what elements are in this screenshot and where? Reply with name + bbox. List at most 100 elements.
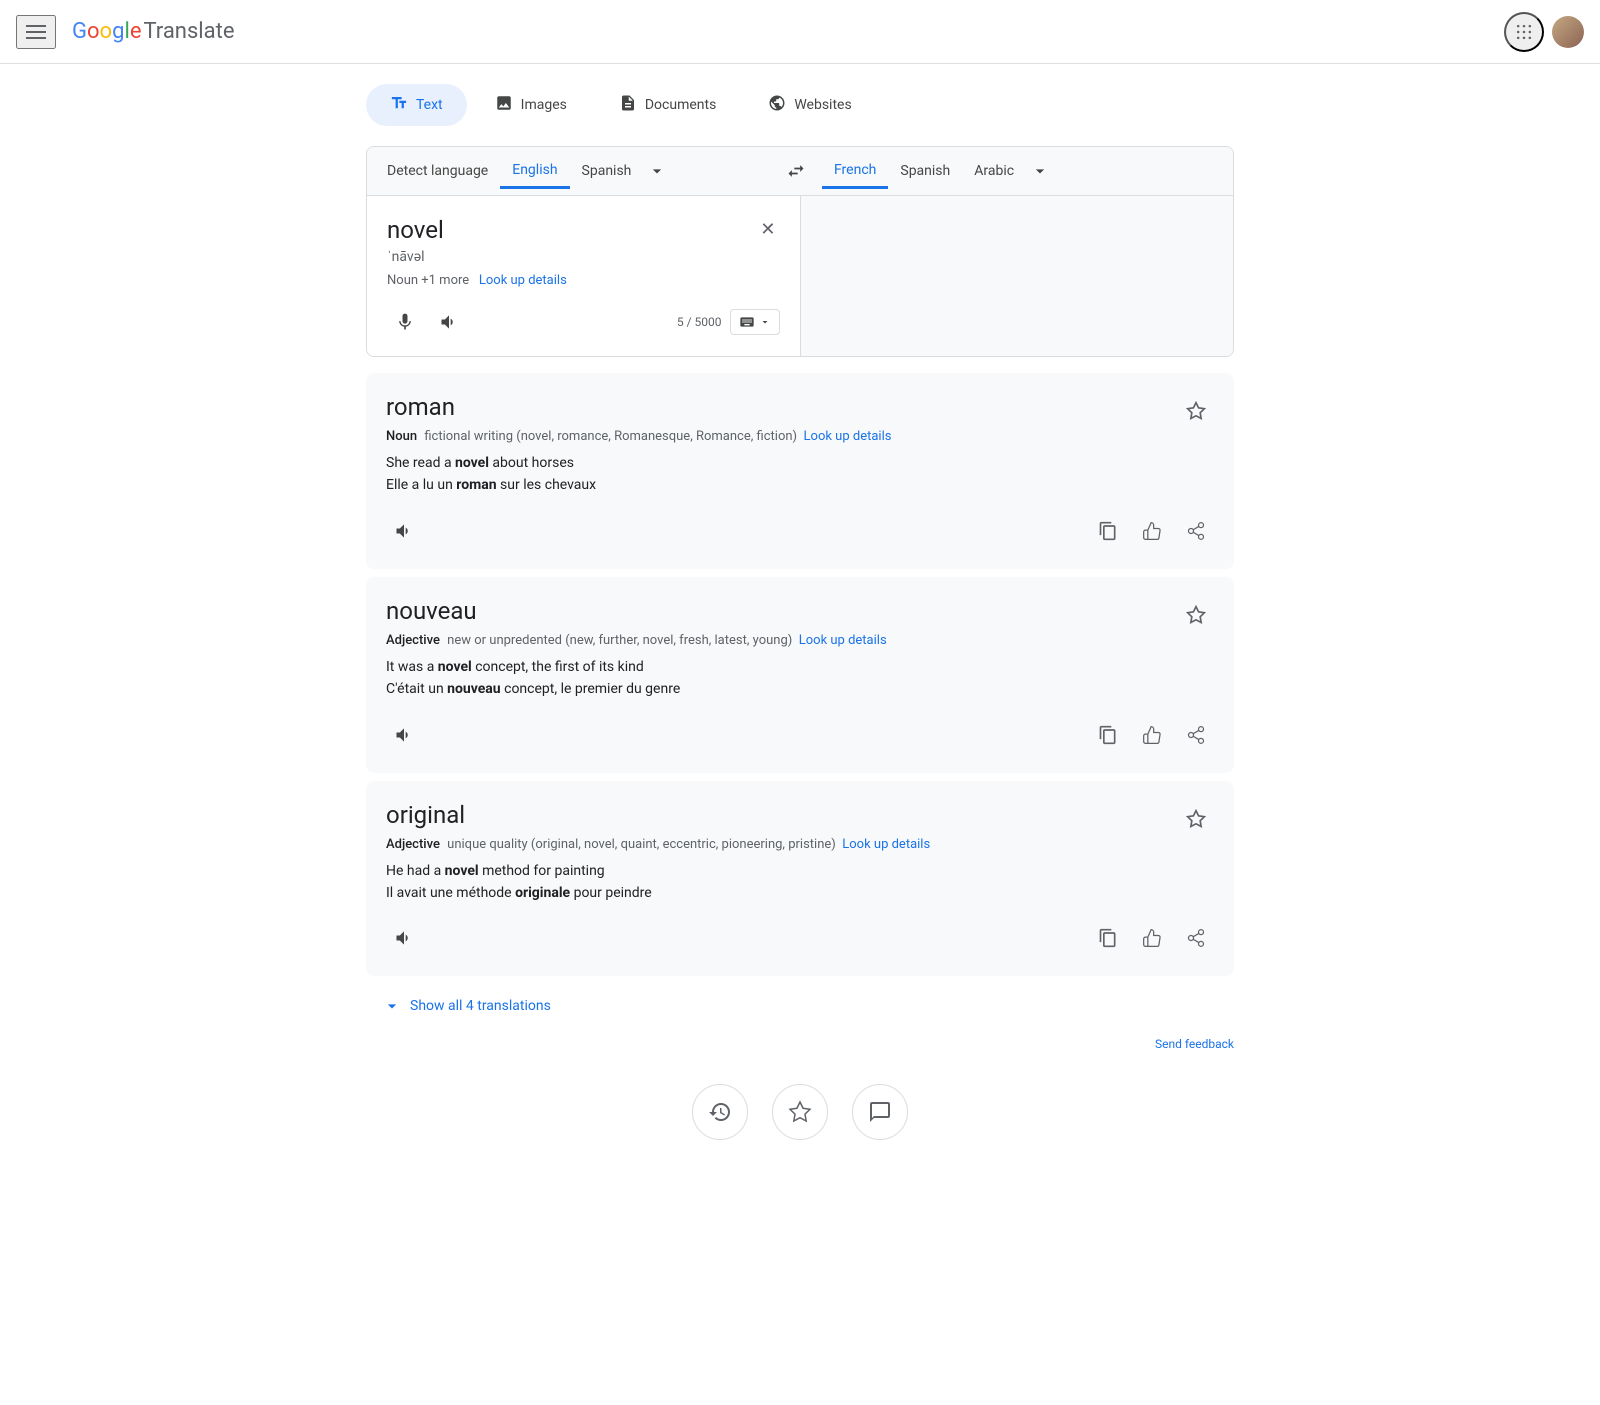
show-all-label: Show all 4 translations	[410, 998, 551, 1014]
speaker-btn-1[interactable]	[386, 717, 422, 753]
result-actions-right-2	[1090, 920, 1214, 956]
target-lang-bar: French Spanish Arabic	[814, 147, 1225, 195]
result-header-2: original Adjective unique quality (origi…	[386, 801, 1214, 905]
target-french-button[interactable]: French	[822, 154, 888, 189]
result-example-2: He had a novel method for painting Il av…	[386, 860, 930, 905]
source-lang-more-button[interactable]	[643, 157, 671, 185]
copy-btn-1[interactable]	[1090, 717, 1126, 753]
share-icon	[1186, 521, 1206, 541]
logo-letter-g2: g	[112, 19, 124, 44]
copy-icon	[1098, 521, 1118, 541]
lookup-link-0[interactable]: Look up details	[804, 429, 892, 444]
thumbs-up-btn-2[interactable]	[1134, 920, 1170, 956]
star-button-2[interactable]	[1178, 801, 1214, 840]
thumbs-up-icon	[1142, 725, 1162, 745]
send-feedback-link[interactable]: Send feedback	[1155, 1037, 1234, 1051]
tab-documents[interactable]: Documents	[595, 84, 740, 126]
copy-btn-0[interactable]	[1090, 513, 1126, 549]
result-def-2: Adjective unique quality (original, nove…	[386, 837, 930, 852]
chevron-down-icon	[382, 996, 402, 1016]
volume-icon	[394, 725, 414, 745]
chevron-down-icon	[1030, 161, 1050, 181]
input-text: novel	[387, 216, 780, 244]
tab-websites[interactable]: Websites	[744, 84, 875, 126]
result-card-0: roman Noun fictional writing (novel, rom…	[366, 373, 1234, 569]
menu-line	[26, 25, 46, 27]
chevron-down-icon	[647, 161, 667, 181]
source-spanish-button[interactable]: Spanish	[570, 155, 644, 187]
target-lang-more-button[interactable]	[1026, 157, 1054, 185]
images-tab-icon	[495, 94, 513, 116]
result-actions-0	[386, 513, 1214, 549]
copy-icon	[1098, 725, 1118, 745]
chevron-down-icon-small	[759, 316, 771, 328]
star-icon	[1186, 401, 1206, 421]
input-actions: 5 / 5000	[387, 304, 780, 340]
share-icon	[1186, 725, 1206, 745]
tab-text[interactable]: Text	[366, 84, 467, 126]
star-button-1[interactable]	[1178, 597, 1214, 636]
share-btn-1[interactable]	[1178, 717, 1214, 753]
thumbs-up-btn-0[interactable]	[1134, 513, 1170, 549]
target-spanish-button[interactable]: Spanish	[888, 155, 962, 187]
result-def-1: Adjective new or unpredented (new, furth…	[386, 633, 887, 648]
char-count: 5 / 5000	[677, 315, 722, 329]
lookup-link-2[interactable]: Look up details	[842, 837, 930, 852]
header: G o o g l e Translate	[0, 0, 1600, 64]
star-icon	[788, 1100, 812, 1124]
pos-label: Noun +1 more	[387, 273, 469, 288]
copy-icon	[1098, 928, 1118, 948]
apps-button[interactable]	[1504, 12, 1544, 52]
result-header-1: nouveau Adjective new or unpredented (ne…	[386, 597, 1214, 701]
keyboard-button[interactable]	[730, 309, 780, 335]
phonetic-text: ˈnāvəl	[387, 248, 780, 265]
star-button-0[interactable]	[1178, 393, 1214, 432]
logo-letter-o1: o	[87, 19, 100, 44]
tab-documents-label: Documents	[645, 97, 716, 113]
star-icon	[1186, 809, 1206, 829]
swap-languages-button[interactable]	[778, 153, 814, 189]
speaker-btn-0[interactable]	[386, 513, 422, 549]
copy-btn-2[interactable]	[1090, 920, 1126, 956]
volume-icon	[394, 521, 414, 541]
share-btn-0[interactable]	[1178, 513, 1214, 549]
speaker-button[interactable]	[431, 304, 467, 340]
show-all-button[interactable]: Show all 4 translations	[366, 984, 1234, 1028]
translation-body: novel ˈnāvəl Noun +1 more Look up detail…	[367, 196, 1233, 356]
input-meta: Noun +1 more Look up details	[387, 273, 780, 288]
history-button[interactable]	[692, 1084, 748, 1140]
header-right	[1504, 12, 1584, 52]
lookup-link-1[interactable]: Look up details	[799, 633, 887, 648]
menu-button[interactable]	[16, 15, 56, 49]
bottom-icons	[366, 1084, 1234, 1164]
logo-letter-e: e	[130, 19, 142, 44]
mode-tabs: Text Images Documents Websites	[366, 84, 1234, 126]
logo: G o o g l e Translate	[72, 19, 234, 44]
main-content: Text Images Documents Websites Dete	[350, 64, 1250, 1184]
detect-language-button[interactable]: Detect language	[375, 155, 500, 187]
output-panel	[801, 196, 1234, 356]
documents-tab-icon	[619, 94, 637, 116]
tab-websites-label: Websites	[794, 97, 851, 113]
community-button[interactable]	[852, 1084, 908, 1140]
share-btn-2[interactable]	[1178, 920, 1214, 956]
results-section: roman Noun fictional writing (novel, rom…	[366, 373, 1234, 1028]
header-left: G o o g l e Translate	[16, 15, 234, 49]
share-icon	[1186, 928, 1206, 948]
result-actions-1	[386, 717, 1214, 753]
look-up-details-link[interactable]: Look up details	[479, 273, 567, 288]
thumbs-up-icon	[1142, 928, 1162, 948]
tab-images[interactable]: Images	[471, 84, 591, 126]
text-tab-icon	[390, 94, 408, 116]
source-english-button[interactable]: English	[500, 154, 569, 189]
avatar[interactable]	[1552, 16, 1584, 48]
microphone-button[interactable]	[387, 304, 423, 340]
community-icon	[868, 1100, 892, 1124]
target-arabic-button[interactable]: Arabic	[962, 155, 1026, 187]
result-example-0: She read a novel about horses Elle a lu …	[386, 452, 891, 497]
result-word-1: nouveau Adjective new or unpredented (ne…	[386, 597, 887, 701]
speaker-btn-2[interactable]	[386, 920, 422, 956]
clear-button[interactable]: ✕	[752, 212, 783, 246]
saved-button[interactable]	[772, 1084, 828, 1140]
thumbs-up-btn-1[interactable]	[1134, 717, 1170, 753]
